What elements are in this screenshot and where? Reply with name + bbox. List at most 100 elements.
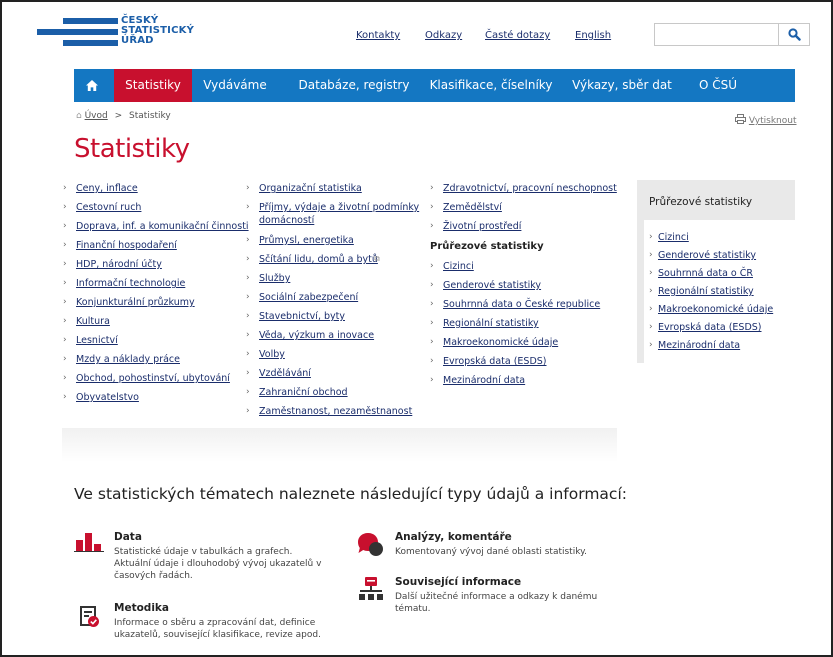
topic-link[interactable]: Mzdy a náklady práce	[76, 354, 180, 365]
topic-link[interactable]: domácností	[259, 215, 314, 226]
sidebar-link[interactable]: Makroekonomické údaje	[658, 304, 773, 315]
chevron-right-icon: ›	[63, 354, 67, 364]
section-heading: Průřezové statistiky	[430, 241, 544, 252]
nav-klasifikace[interactable]: Klasifikace, číselníky	[426, 69, 556, 102]
chevron-right-icon: ›	[246, 349, 250, 359]
topic-link[interactable]: Životní prostředí	[443, 221, 521, 232]
nav-home[interactable]	[74, 69, 110, 102]
chevron-right-icon: ›	[649, 340, 653, 350]
topic-link[interactable]: Stavebnictví, byty	[259, 311, 345, 322]
topic-link[interactable]: Zemědělství	[443, 202, 502, 213]
topic-link[interactable]: Cestovní ruch	[76, 202, 141, 213]
sidebar-title: Průřezové statistiky	[649, 196, 753, 208]
print-link[interactable]: Vytisknout	[735, 114, 797, 126]
info-text-line: Další užitečné informace a odkazy k dané…	[395, 592, 598, 602]
info-heading: Ve statistických tématech naleznete násl…	[74, 485, 627, 503]
topic-link[interactable]: Evropská data (ESDS)	[443, 356, 547, 367]
topic-link[interactable]: Informační technologie	[76, 278, 185, 289]
bar-chart-icon	[74, 533, 104, 552]
link-caste-dotazy[interactable]: Časté dotazy	[485, 30, 550, 41]
chevron-right-icon: ›	[246, 292, 250, 302]
link-odkazy[interactable]: Odkazy	[425, 30, 462, 41]
nav-vykazy[interactable]: Výkazy, sběr dat	[566, 69, 678, 102]
methodology-icon	[80, 606, 99, 627]
chevron-right-icon: ›	[63, 297, 67, 307]
topic-link[interactable]: Obchod, pohostinství, ubytování	[76, 373, 230, 384]
comments-icon	[358, 533, 383, 556]
info-souvisejici-title: Související informace	[395, 576, 522, 588]
topic-link[interactable]: Organizační statistika	[259, 183, 362, 194]
topic-link[interactable]: Makroekonomické údaje	[443, 337, 558, 348]
sidebar-link[interactable]: Genderové statistiky	[658, 250, 756, 261]
info-analyzy-title: Analýzy, komentáře	[395, 531, 512, 543]
search-input[interactable]	[655, 24, 787, 45]
topic-link[interactable]: Kultura	[76, 316, 110, 327]
topic-link[interactable]: Ceny, inflace	[76, 183, 138, 194]
topic-link[interactable]: Volby	[259, 349, 285, 360]
link-english[interactable]: English	[575, 30, 611, 41]
topic-link[interactable]: Doprava, inf. a komunikační činnosti	[76, 221, 249, 232]
topic-link[interactable]: HDP, národní účty	[76, 259, 162, 270]
print-label: Vytisknout	[748, 116, 797, 126]
info-text-line: časových řadách.	[114, 571, 193, 581]
csu-logo[interactable]: ČESKÝ STATISTICKÝ ÚŘAD	[37, 16, 194, 50]
topic-link[interactable]: Finanční hospodaření	[76, 240, 177, 251]
nav-vydavame[interactable]: Vydáváme	[199, 69, 271, 102]
topic-link[interactable]: Souhrnná data o České republice	[443, 299, 600, 310]
chevron-right-icon: ›	[649, 286, 653, 296]
sidebar-link[interactable]: Souhrnná data o ČR	[658, 268, 753, 279]
search-button[interactable]	[778, 24, 809, 45]
chevron-right-icon: ›	[63, 373, 67, 383]
topic-link[interactable]: Zdravotnictví, pracovní neschopnost	[443, 183, 617, 194]
breadcrumb-home[interactable]: Úvod	[85, 111, 108, 121]
chevron-right-icon: ›	[63, 392, 67, 402]
topic-link[interactable]: Genderové statistiky	[443, 280, 541, 291]
chevron-right-icon: ›	[430, 183, 434, 193]
info-text-line: Komentovaný vývoj dané oblasti statistik…	[395, 547, 588, 557]
page-title: Statistiky	[74, 134, 190, 164]
link-kontakty[interactable]: Kontakty	[356, 30, 400, 41]
nav-statistiky[interactable]: Statistiky	[114, 69, 192, 102]
chevron-right-icon: ›	[246, 406, 250, 416]
topic-link[interactable]: Lesnictví	[76, 335, 118, 346]
nav-databaze[interactable]: Databáze, registry	[294, 69, 414, 102]
sidebar-box: Průřezové statistiky › Cizinci › Genderové…	[637, 180, 795, 363]
sidebar-link[interactable]: Cizinci	[658, 232, 689, 243]
nav-o-csu[interactable]: O ČSÚ	[688, 69, 748, 102]
sidebar-list: › Cizinci › Genderové statistiky › Souhrnná…	[644, 220, 795, 363]
info-text-line: Informace o sběru a zpracování dat, defi…	[114, 618, 316, 628]
logo-text: ČESKÝ STATISTICKÝ ÚŘAD	[121, 16, 194, 46]
sidebar-link[interactable]: Mezinárodní data	[658, 340, 740, 351]
chevron-right-icon: ›	[246, 183, 250, 193]
topic-link[interactable]: Zaměstnanost, nezaměstnanost	[259, 406, 412, 417]
topic-link[interactable]: Věda, výzkum a inovace	[259, 330, 374, 341]
topic-link[interactable]: Služby	[259, 273, 290, 284]
topic-link[interactable]: Cizinci	[443, 261, 474, 272]
home-icon: ⌂	[76, 111, 82, 121]
topic-link[interactable]: Mezinárodní data	[443, 375, 525, 386]
chevron-right-icon: ›	[246, 330, 250, 340]
topic-link[interactable]: Sociální zabezpečení	[259, 292, 358, 303]
topic-link[interactable]: Příjmy, výdaje a životní podmínky	[259, 202, 419, 213]
topic-link[interactable]: Obyvatelstvo	[76, 392, 139, 403]
topic-link[interactable]: Regionální statistiky	[443, 318, 539, 329]
topic-link[interactable]: Průmysl, energetika	[259, 235, 354, 246]
sidebar-link[interactable]: Evropská data (ESDS)	[658, 322, 762, 333]
sidebar-link[interactable]: Regionální statistiky	[658, 286, 754, 297]
info-text-line: ukazatelů, související klasifikace, revi…	[114, 630, 321, 640]
topic-link[interactable]: Vzdělávání	[259, 368, 311, 379]
logo-bar	[63, 18, 118, 24]
external-link-icon: ⧉	[374, 254, 380, 263]
chevron-right-icon: ›	[649, 232, 653, 242]
breadcrumb-separator: >	[114, 111, 123, 121]
chevron-right-icon: ›	[246, 273, 250, 283]
topic-link[interactable]: Konjunkturální průzkumy	[76, 297, 195, 308]
chevron-right-icon: ›	[430, 356, 434, 366]
topic-link[interactable]: Sčítání lidu, domů a bytů	[259, 254, 378, 265]
section-divider	[62, 428, 617, 462]
chevron-right-icon: ›	[649, 268, 653, 278]
info-text-line: Statistické údaje v tabulkách a grafech.	[114, 547, 293, 557]
chevron-right-icon: ›	[430, 375, 434, 385]
topic-link[interactable]: Zahraniční obchod	[259, 387, 348, 398]
chevron-right-icon: ›	[246, 311, 250, 321]
